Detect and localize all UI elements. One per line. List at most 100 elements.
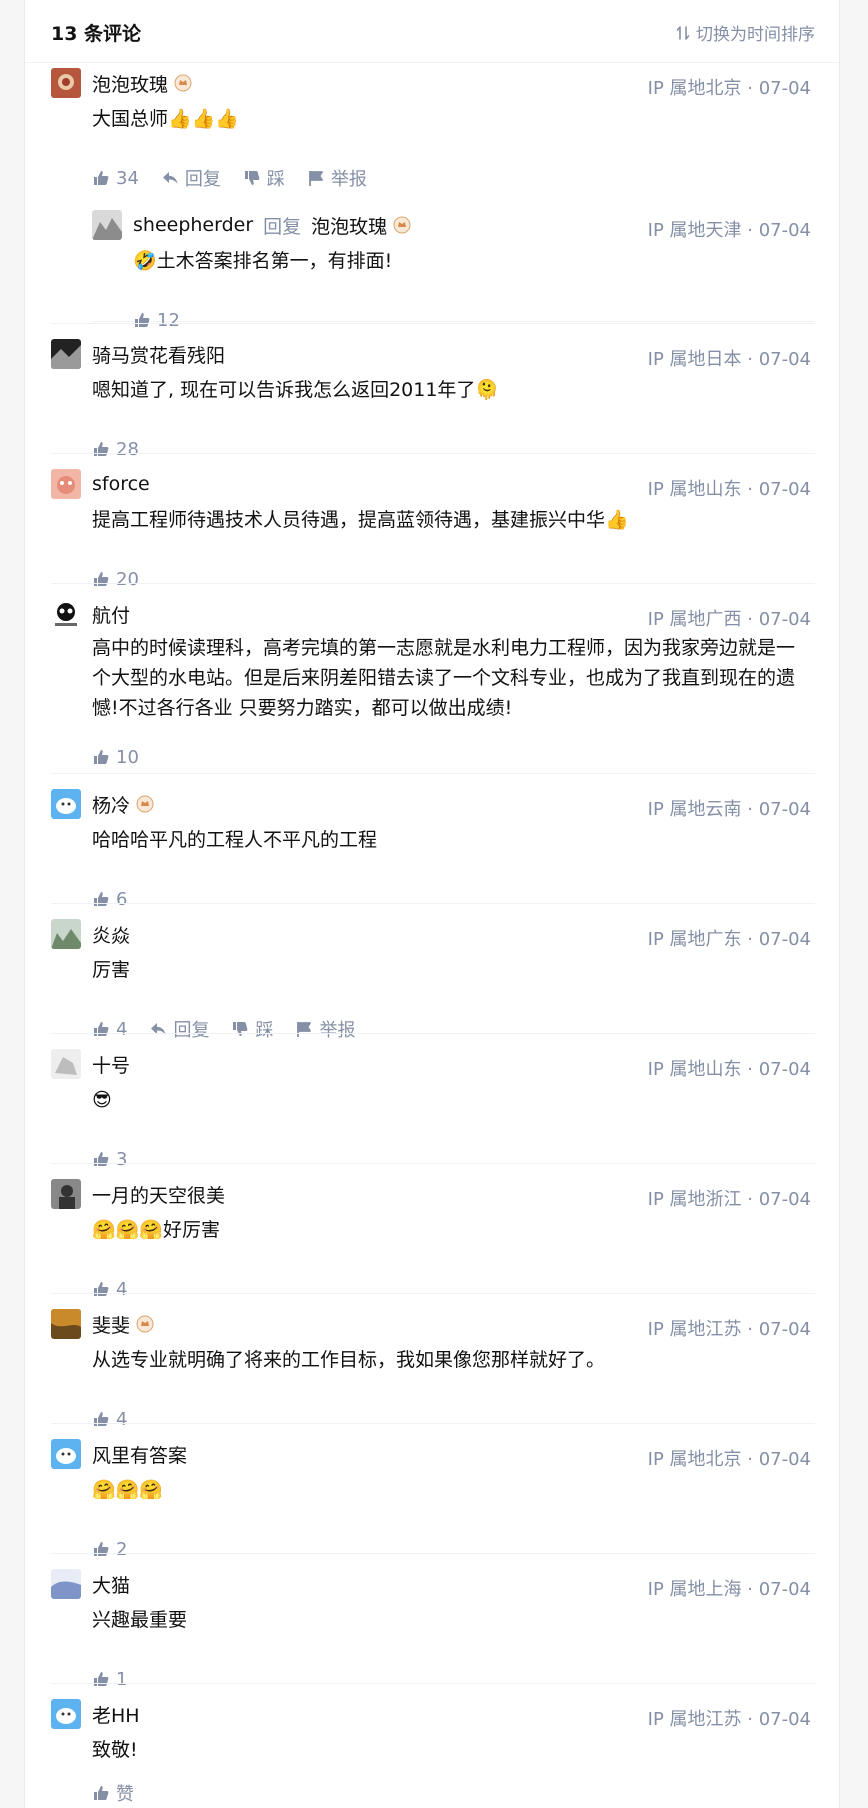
comment-content: 致敬!: [92, 1739, 138, 1761]
author-name[interactable]: 风里有答案: [92, 1441, 187, 1468]
reply-to-label: 回复: [263, 215, 302, 238]
reply-to-name[interactable]: 泡泡玫瑰: [311, 212, 387, 239]
sort-icon: [676, 25, 690, 40]
comment-meta: IP 属地广西 · 07-04: [647, 609, 811, 630]
divider: [51, 1553, 815, 1554]
dislike-button[interactable]: 踩: [243, 165, 285, 191]
thumb-up-icon: [94, 171, 109, 185]
like-button[interactable]: 10: [92, 747, 139, 768]
like-count: 赞: [116, 1784, 134, 1805]
comment-meta: IP 属地江苏 · 07-04: [647, 1709, 811, 1730]
badge-icon: [136, 1315, 154, 1333]
thumb-up-icon: [94, 750, 109, 764]
avatar[interactable]: [51, 1699, 81, 1729]
thumb-down-icon: [244, 171, 260, 185]
divider: [51, 1163, 815, 1164]
comment-meta: IP 属地山东 · 07-04: [647, 479, 811, 500]
author-name[interactable]: 十号: [92, 1051, 130, 1078]
divider: [51, 1033, 815, 1034]
comment-meta: IP 属地日本 · 07-04: [647, 349, 811, 370]
comment-item: 骑马赏花看残阳 IP 属地日本 · 07-04 嗯知道了, 现在可以告诉我怎么返…: [51, 323, 815, 460]
comment-item: 航付 IP 属地广西 · 07-04 高中的时候读理科，高考完填的第一志愿就是水…: [51, 583, 815, 773]
avatar[interactable]: [92, 210, 122, 240]
comment-content: 🤗🤗🤗好厉害: [92, 1219, 220, 1241]
comment-content: 从选专业就明确了将来的工作目标，我如果像您那样就好了。: [92, 1349, 606, 1371]
comment-panel: 13 条评论 切换为时间排序 泡泡玫瑰 IP 属地北京 · 07-04 大国总师…: [24, 0, 840, 1808]
comment-meta: IP 属地云南 · 07-04: [647, 799, 811, 820]
divider: [51, 323, 815, 324]
divider: [51, 583, 815, 584]
author-name[interactable]: 斐斐: [92, 1311, 130, 1338]
comment-item: 大猫 IP 属地上海 · 07-04 兴趣最重要 1: [51, 1553, 815, 1690]
comment-meta: IP 属地广东 · 07-04: [647, 929, 811, 950]
sort-toggle-button[interactable]: 切换为时间排序: [676, 20, 815, 45]
avatar[interactable]: [51, 68, 81, 98]
divider: [51, 1683, 815, 1684]
flag-icon: [309, 171, 323, 186]
like-button[interactable]: 赞: [92, 1780, 134, 1806]
thumb-up-icon: [94, 1786, 109, 1800]
comment-meta: IP 属地浙江 · 07-04: [647, 1189, 811, 1210]
comment-content: 嗯知道了, 现在可以告诉我怎么返回2011年了🫠: [92, 379, 500, 401]
avatar[interactable]: [51, 599, 81, 629]
comment-item: 泡泡玫瑰 IP 属地北京 · 07-04 大国总师👍👍👍 34 回复 踩 举报: [51, 68, 815, 194]
comment-content: 高中的时候读理科，高考完填的第一志愿就是水利电力工程师，因为我家旁边就是一个大型…: [92, 637, 796, 719]
author-name[interactable]: 老HH: [92, 1701, 140, 1728]
comment-item: 十号 IP 属地山东 · 07-04 😎 3: [51, 1033, 815, 1170]
reply-icon: [162, 172, 178, 184]
comment-count-title: 13 条评论: [51, 23, 142, 45]
author-name[interactable]: 一月的天空很美: [92, 1181, 225, 1208]
author-name[interactable]: 大猫: [92, 1571, 130, 1598]
divider: [51, 453, 815, 454]
avatar[interactable]: [51, 919, 81, 949]
divider: [51, 773, 815, 774]
comment-item: 一月的天空很美 IP 属地浙江 · 07-04 🤗🤗🤗好厉害 4: [51, 1163, 815, 1300]
avatar[interactable]: [51, 1309, 81, 1339]
avatar[interactable]: [51, 1179, 81, 1209]
comment-item: 杨冷 IP 属地云南 · 07-04 哈哈哈平凡的工程人不平凡的工程 6: [51, 773, 815, 910]
author-name[interactable]: 骑马赏花看残阳: [92, 341, 225, 368]
avatar[interactable]: [51, 339, 81, 369]
badge-icon: [393, 216, 411, 234]
author-name[interactable]: sforce: [92, 473, 150, 495]
comment-meta: IP 属地北京 · 07-04: [647, 78, 811, 99]
comment-content: 大国总师👍👍👍: [92, 108, 239, 130]
report-label: 举报: [330, 169, 367, 190]
comment-item: 斐斐 IP 属地江苏 · 07-04 从选专业就明确了将来的工作目标，我如果像您…: [51, 1293, 815, 1430]
comment-meta: IP 属地天津 · 07-04: [647, 220, 811, 241]
reply-item: sheepherder 回复 泡泡玫瑰 IP 属地天津 · 07-04 🤣土木答…: [92, 194, 815, 331]
comment-content: 🤗🤗🤗: [92, 1479, 163, 1501]
like-button[interactable]: 34: [92, 168, 139, 189]
badge-icon: [136, 795, 154, 813]
author-name[interactable]: 炎焱: [92, 921, 130, 948]
author-name[interactable]: 杨冷: [92, 791, 130, 818]
comment-meta: IP 属地北京 · 07-04: [647, 1449, 811, 1470]
comment-item: sforce IP 属地山东 · 07-04 提高工程师待遇技术人员待遇，提高蓝…: [51, 453, 815, 590]
avatar[interactable]: [51, 1569, 81, 1599]
reply-button[interactable]: 回复: [161, 165, 221, 191]
divider: [51, 903, 815, 904]
reply-label: 回复: [184, 169, 221, 190]
comment-content: 兴趣最重要: [92, 1609, 188, 1631]
comment-meta: IP 属地山东 · 07-04: [647, 1059, 811, 1080]
like-count: 34: [116, 167, 139, 189]
divider: [51, 1423, 815, 1424]
like-count: 10: [116, 746, 139, 768]
author-name[interactable]: 泡泡玫瑰: [92, 70, 168, 97]
avatar[interactable]: [51, 1439, 81, 1469]
avatar[interactable]: [51, 789, 81, 819]
comment-item: 风里有答案 IP 属地北京 · 07-04 🤗🤗🤗 2: [51, 1423, 815, 1560]
comment-content: 🤣土木答案排名第一，有排面!: [133, 250, 393, 272]
comment-header: 13 条评论 切换为时间排序: [25, 0, 839, 63]
comment-content: 哈哈哈平凡的工程人不平凡的工程: [92, 829, 378, 851]
author-name[interactable]: 航付: [92, 601, 130, 628]
author-name[interactable]: sheepherder: [133, 214, 253, 236]
dislike-label: 踩: [266, 169, 285, 190]
report-button[interactable]: 举报: [307, 165, 367, 191]
badge-icon: [174, 74, 192, 92]
divider: [51, 1293, 815, 1294]
avatar[interactable]: [51, 469, 81, 499]
comment-meta: IP 属地上海 · 07-04: [647, 1579, 811, 1600]
comment-content: 😎: [92, 1089, 112, 1111]
avatar[interactable]: [51, 1049, 81, 1079]
